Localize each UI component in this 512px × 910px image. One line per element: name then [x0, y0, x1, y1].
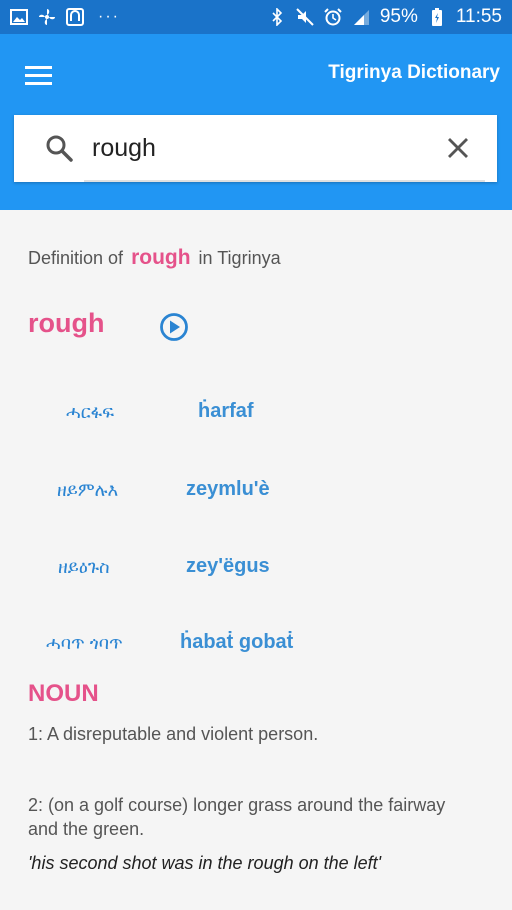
sense-text: 2: (on a golf course) longer grass aroun…: [28, 795, 446, 839]
signal-icon: [352, 8, 370, 26]
translation-latin[interactable]: zey'ëgus: [186, 555, 270, 578]
sense-text: 1: A disreputable and violent person.: [28, 724, 319, 744]
more-dots-icon: ···: [98, 8, 120, 25]
battery-percent: 95%: [379, 6, 418, 27]
bluetooth-icon: [268, 8, 286, 26]
battery-icon: [428, 8, 446, 26]
definition-suffix: in Tigrinya: [198, 248, 281, 268]
alarm-icon: [324, 8, 342, 26]
fan-icon: [38, 8, 56, 26]
clock: 11:55: [455, 6, 502, 27]
translation-geez[interactable]: ዘይዕጉስ: [58, 557, 110, 578]
translation-latin[interactable]: ḣarfaf: [198, 400, 254, 423]
translation-latin[interactable]: ḣabaṫ gobaṫ: [180, 631, 293, 654]
definition-content: Definition of rough in Tigrinya rough ሓር…: [0, 210, 512, 910]
definition-word: rough: [131, 246, 191, 269]
app-icon: [66, 8, 84, 26]
image-icon: [10, 8, 28, 26]
search-icon[interactable]: [44, 133, 74, 163]
translation-row[interactable]: ዘይምሉእ zeymlu'è: [0, 476, 512, 516]
search-input[interactable]: [92, 129, 412, 167]
definition-header: Definition of rough in Tigrinya: [28, 246, 281, 270]
play-circle-icon[interactable]: [159, 312, 189, 342]
translation-latin[interactable]: zeymlu'è: [186, 478, 270, 501]
part-of-speech: NOUN: [28, 680, 99, 707]
translation-row[interactable]: ሓባጥ ጎባጥ ḣabaṫ gobaṫ: [0, 629, 512, 669]
headword: rough: [28, 308, 105, 338]
translation-geez[interactable]: ሓርፋፍ: [66, 402, 114, 423]
translation-geez[interactable]: ዘይምሉእ: [57, 480, 118, 501]
menu-icon[interactable]: [22, 62, 56, 88]
close-icon[interactable]: [445, 135, 471, 161]
translation-geez[interactable]: ሓባጥ ጎባጥ: [46, 633, 123, 654]
translation-row[interactable]: ሓርፋፍ ḣarfaf: [0, 398, 512, 438]
definition-prefix: Definition of: [28, 248, 124, 268]
app-bar: Tigrinya Dictionary: [0, 34, 512, 210]
translation-row[interactable]: ዘይዕጉስ zey'ëgus: [0, 553, 512, 593]
sense-example: 'his second shot was in the rough on the…: [28, 853, 382, 873]
status-bar: ··· 95% 11:55: [0, 0, 512, 34]
mute-icon: [296, 8, 314, 26]
status-bar-left: ···: [10, 8, 120, 26]
search-box: [14, 115, 497, 182]
status-bar-right: 95% 11:55: [268, 6, 502, 28]
app-title: Tigrinya Dictionary: [328, 62, 500, 83]
search-underline: [84, 180, 485, 182]
